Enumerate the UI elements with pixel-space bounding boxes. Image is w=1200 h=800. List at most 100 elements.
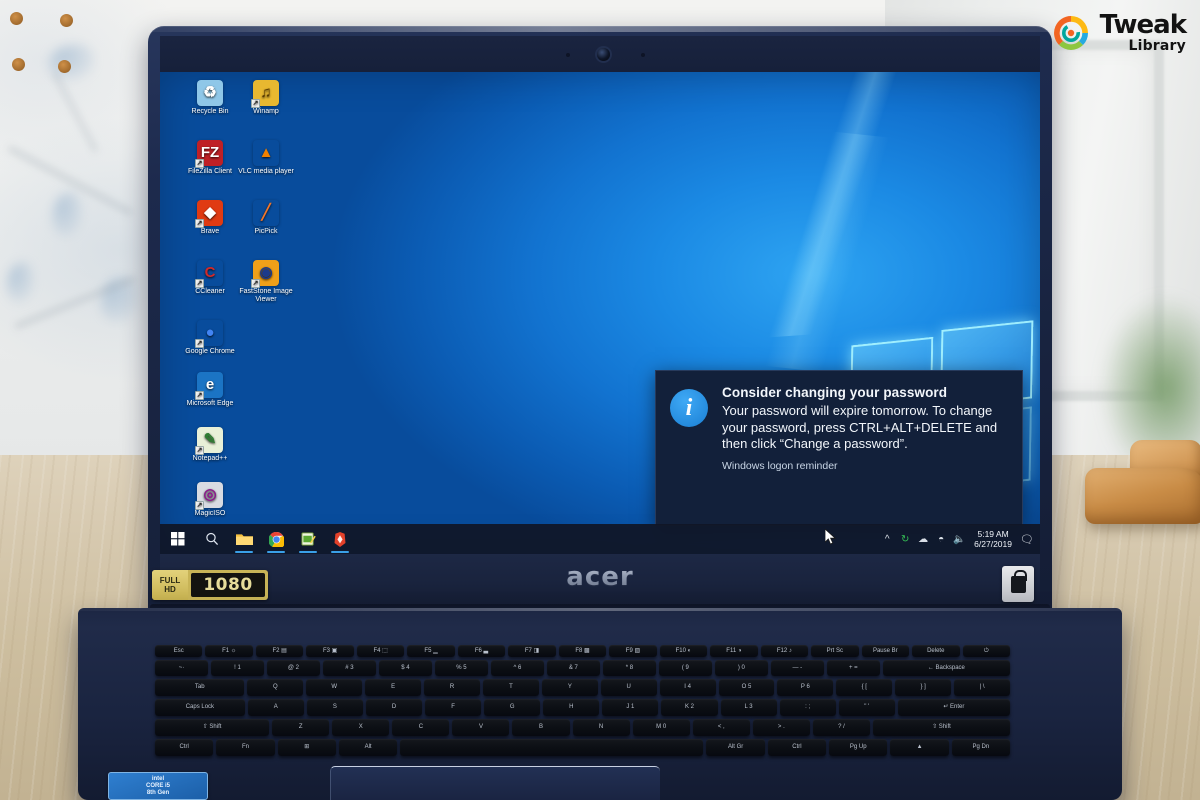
key-ctrl[interactable]: Ctrl — [155, 739, 214, 756]
action-center-button[interactable]: 🗨 — [1018, 533, 1036, 546]
key-j-1[interactable]: J 1 — [602, 699, 659, 716]
key-fn[interactable]: Fn — [216, 739, 275, 756]
key-7[interactable]: & 7 — [546, 660, 600, 676]
key-prt-sc[interactable]: Prt Sc — [811, 645, 859, 657]
show-hidden-icons-button[interactable]: ^ — [878, 534, 896, 545]
key-f6[interactable]: F6 ▃ — [457, 645, 506, 657]
key-m-0[interactable]: M 0 — [632, 719, 690, 736]
key-[interactable]: } ] — [895, 679, 952, 696]
key-z[interactable]: Z — [272, 719, 330, 736]
key-f9[interactable]: F9 ▧ — [609, 645, 657, 657]
network-icon[interactable]: ◓ — [932, 534, 950, 545]
key-x[interactable]: X — [332, 719, 390, 736]
laptop-keyboard[interactable]: Esc F1 ☼ F2 ▤ F3 ▣ F4 ⬚ F5 ▁ F6 ▃ F7 ◨ F8 ▩ F9 ▧ F… — [155, 645, 1011, 757]
key-backspace[interactable]: ← Backspace — [882, 660, 1010, 676]
key-8[interactable]: * 8 — [602, 660, 656, 676]
key-h[interactable]: H — [543, 699, 600, 716]
key-f[interactable]: F — [425, 699, 482, 716]
desktop-icon-notepad[interactable]: ✎ ↗ Notepad++ — [174, 427, 246, 463]
key-[interactable]: { [ — [836, 679, 893, 696]
key-pause-br[interactable]: Pause Br — [861, 645, 910, 657]
key-shift[interactable]: ⇧ Shift — [872, 719, 1010, 736]
key-q[interactable]: Q — [247, 679, 304, 696]
key-[interactable]: — - — [770, 660, 824, 676]
google-chrome-button[interactable] — [260, 524, 292, 554]
key-f12[interactable]: F12 ♪ — [760, 645, 809, 657]
key-3[interactable]: # 3 — [322, 660, 376, 676]
key-b[interactable]: B — [512, 719, 570, 736]
key-a[interactable]: A — [247, 699, 304, 716]
search-button[interactable] — [196, 524, 228, 554]
key-o-5[interactable]: O 5 — [718, 679, 775, 696]
desktop-icon-winamp[interactable]: ♫ ↗ Winamp — [230, 80, 302, 116]
file-explorer-button[interactable] — [228, 524, 260, 554]
key-f11[interactable]: F11 ◑ — [710, 645, 758, 657]
key-delete[interactable]: Delete — [912, 645, 960, 657]
key-enter[interactable]: ↵ Enter — [897, 699, 1010, 716]
key-e[interactable]: E — [365, 679, 422, 696]
key-i-4[interactable]: I 4 — [659, 679, 716, 696]
taskbar-clock[interactable]: 5:19 AM 6/27/2019 — [968, 529, 1018, 549]
key-pg-up[interactable]: Pg Up — [829, 739, 888, 756]
key-pg-dn[interactable]: Pg Dn — [951, 739, 1011, 756]
key-f3[interactable]: F3 ▣ — [306, 645, 354, 657]
key-[interactable]: : ; — [779, 699, 836, 716]
key-f7[interactable]: F7 ◨ — [508, 645, 556, 657]
desktop-icon-picpick[interactable]: ╱ PicPick — [230, 200, 302, 236]
onedrive-icon[interactable]: ☁ — [914, 534, 932, 545]
key-9[interactable]: ( 9 — [658, 660, 712, 676]
key-f4[interactable]: F4 ⬚ — [356, 645, 405, 657]
key-t[interactable]: T — [482, 679, 539, 696]
key-alt-gr[interactable]: Alt Gr — [706, 739, 765, 756]
desktop-icon-vlc-media-player[interactable]: ▲ VLC media player — [230, 140, 302, 176]
key-g[interactable]: G — [484, 699, 541, 716]
key-space[interactable] — [400, 739, 704, 756]
key-[interactable]: + = — [826, 660, 880, 676]
desktop-icon-google-chrome[interactable]: ● ↗ Google Chrome — [174, 320, 246, 356]
key-2[interactable]: @ 2 — [266, 660, 320, 676]
key-p-6[interactable]: P 6 — [777, 679, 834, 696]
windows-notification-toast[interactable]: i Consider changing your password Your p… — [655, 370, 1023, 526]
key-[interactable]: ? / — [812, 719, 870, 736]
key-f10[interactable]: F10 ◐ — [659, 645, 708, 657]
key-[interactable]: | \ — [954, 679, 1010, 696]
key-d[interactable]: D — [365, 699, 423, 716]
key-u[interactable]: U — [600, 679, 657, 696]
key-w[interactable]: W — [306, 679, 363, 696]
key-tab[interactable]: Tab — [155, 679, 245, 696]
key-[interactable]: " ' — [838, 699, 895, 716]
sync-icon[interactable]: ↻ — [896, 534, 914, 545]
key-5[interactable]: % 5 — [434, 660, 488, 676]
key-f2[interactable]: F2 ▤ — [255, 645, 304, 657]
key-0[interactable]: ) 0 — [714, 660, 768, 676]
key-caps-lock[interactable]: Caps Lock — [155, 699, 245, 716]
key-[interactable]: < , — [692, 719, 750, 736]
key-[interactable]: ▲ — [890, 739, 949, 756]
key-s[interactable]: S — [306, 699, 363, 716]
key-1[interactable]: ! 1 — [210, 660, 264, 676]
key-ctrl[interactable]: Ctrl — [767, 739, 827, 756]
desktop-icon-magiciso[interactable]: ◎ ↗ MagicISO — [174, 482, 246, 518]
key-6[interactable]: ^ 6 — [490, 660, 544, 676]
key-r[interactable]: R — [424, 679, 480, 696]
start-button[interactable] — [160, 524, 196, 554]
key-l-3[interactable]: L 3 — [720, 699, 777, 716]
desktop-icon-microsoft-edge[interactable]: e ↗ Microsoft Edge — [174, 372, 246, 408]
key-[interactable]: ⏻ — [962, 645, 1010, 657]
key-n[interactable]: N — [572, 719, 630, 736]
key-f5[interactable]: F5 ▁ — [407, 645, 455, 657]
key-v[interactable]: V — [452, 719, 510, 736]
trackpad[interactable] — [330, 766, 660, 800]
key-f8[interactable]: F8 ▩ — [558, 645, 607, 657]
key-y[interactable]: Y — [541, 679, 598, 696]
key-shift[interactable]: ⇧ Shift — [155, 719, 270, 736]
key-[interactable]: ⊞ — [277, 739, 336, 756]
key-k-2[interactable]: K 2 — [661, 699, 718, 716]
notepad-plus-plus-button[interactable] — [292, 524, 324, 554]
key-alt[interactable]: Alt — [338, 739, 398, 756]
desktop-icon-faststone-image-viewer[interactable]: ◉ ↗ FastStone Image Viewer — [230, 260, 302, 304]
key-f1[interactable]: F1 ☼ — [205, 645, 253, 657]
key-[interactable]: > . — [752, 719, 810, 736]
volume-icon[interactable]: 🔈 — [950, 534, 968, 545]
brave-button[interactable] — [324, 524, 356, 554]
